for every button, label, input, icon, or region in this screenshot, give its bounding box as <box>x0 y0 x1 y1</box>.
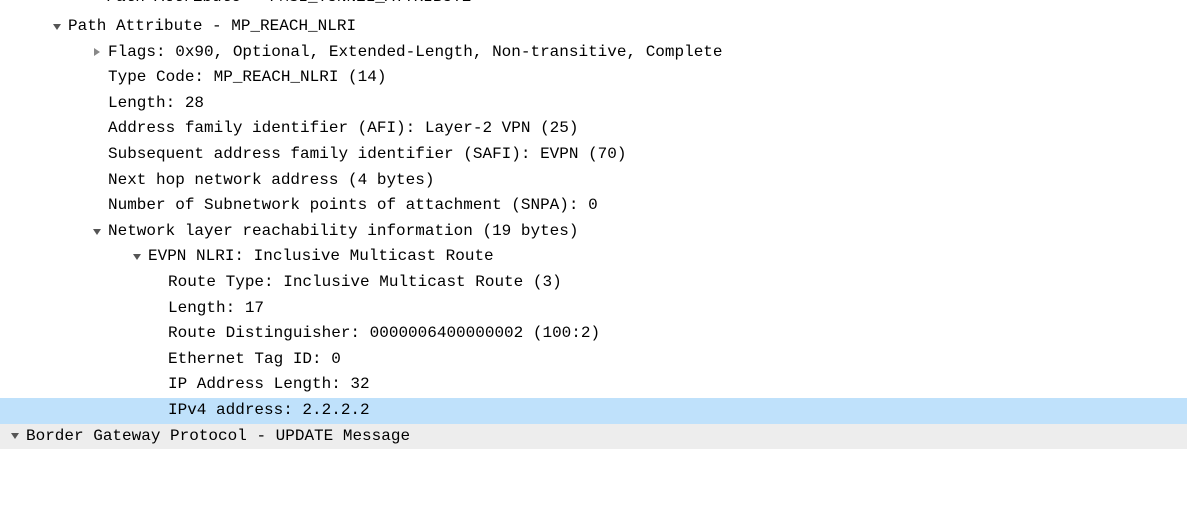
tree-row-bgp-update[interactable]: Border Gateway Protocol - UPDATE Message <box>0 424 1187 450</box>
tree-row-len17[interactable]: Length: 17 <box>0 296 1187 322</box>
row-label: Length: 28 <box>108 91 204 117</box>
tree-row-nlri[interactable]: Network layer reachability information (… <box>0 219 1187 245</box>
tree-row-pmsi-tunnel[interactable]: Path Attribute - PMSI_TUNNEL_ATTRIBUTE <box>0 0 1187 14</box>
chevron-down-icon <box>92 227 102 237</box>
row-label: Subsequent address family identifier (SA… <box>108 142 626 168</box>
tree-row-mp-reach-nlri[interactable]: Path Attribute - MP_REACH_NLRI <box>0 14 1187 40</box>
chevron-down-icon <box>52 22 62 32</box>
row-label: Route Type: Inclusive Multicast Route (3… <box>168 270 562 296</box>
tree-row-ethtag[interactable]: Ethernet Tag ID: 0 <box>0 347 1187 373</box>
row-label: Border Gateway Protocol - UPDATE Message <box>26 424 410 450</box>
tree-row-evpn[interactable]: EVPN NLRI: Inclusive Multicast Route <box>0 244 1187 270</box>
tree-row-safi[interactable]: Subsequent address family identifier (SA… <box>0 142 1187 168</box>
tree-row-ipalen[interactable]: IP Address Length: 32 <box>0 372 1187 398</box>
row-label: Path Attribute - PMSI_TUNNEL_ATTRIBUTE <box>106 0 471 6</box>
row-label: Network layer reachability information (… <box>108 219 578 245</box>
chevron-right-icon <box>92 47 102 57</box>
tree-row-rd[interactable]: Route Distinguisher: 0000006400000002 (1… <box>0 321 1187 347</box>
row-label: Flags: 0x90, Optional, Extended-Length, … <box>108 40 723 66</box>
chevron-down-icon <box>10 431 20 441</box>
row-label: IP Address Length: 32 <box>168 372 370 398</box>
chevron-down-icon <box>132 252 142 262</box>
row-label: Route Distinguisher: 0000006400000002 (1… <box>168 321 600 347</box>
row-label: Path Attribute - MP_REACH_NLRI <box>68 14 356 40</box>
tree-row-length[interactable]: Length: 28 <box>0 91 1187 117</box>
row-label: Length: 17 <box>168 296 264 322</box>
tree-row-typecode[interactable]: Type Code: MP_REACH_NLRI (14) <box>0 65 1187 91</box>
tree-row-nexthop[interactable]: Next hop network address (4 bytes) <box>0 168 1187 194</box>
tree-row-flags[interactable]: Flags: 0x90, Optional, Extended-Length, … <box>0 40 1187 66</box>
chevron-right-icon <box>90 0 100 1</box>
tree-row-routetype[interactable]: Route Type: Inclusive Multicast Route (3… <box>0 270 1187 296</box>
row-label: EVPN NLRI: Inclusive Multicast Route <box>148 244 494 270</box>
row-label: Type Code: MP_REACH_NLRI (14) <box>108 65 386 91</box>
row-label: Number of Subnetwork points of attachmen… <box>108 193 598 219</box>
row-label: Address family identifier (AFI): Layer-2… <box>108 116 578 142</box>
tree-row-snpa[interactable]: Number of Subnetwork points of attachmen… <box>0 193 1187 219</box>
tree-row-afi[interactable]: Address family identifier (AFI): Layer-2… <box>0 116 1187 142</box>
row-label: IPv4 address: 2.2.2.2 <box>160 398 370 424</box>
tree-row-ipv4-selected[interactable]: IPv4 address: 2.2.2.2 <box>0 398 1187 424</box>
row-label: Ethernet Tag ID: 0 <box>168 347 341 373</box>
row-label: Next hop network address (4 bytes) <box>108 168 434 194</box>
